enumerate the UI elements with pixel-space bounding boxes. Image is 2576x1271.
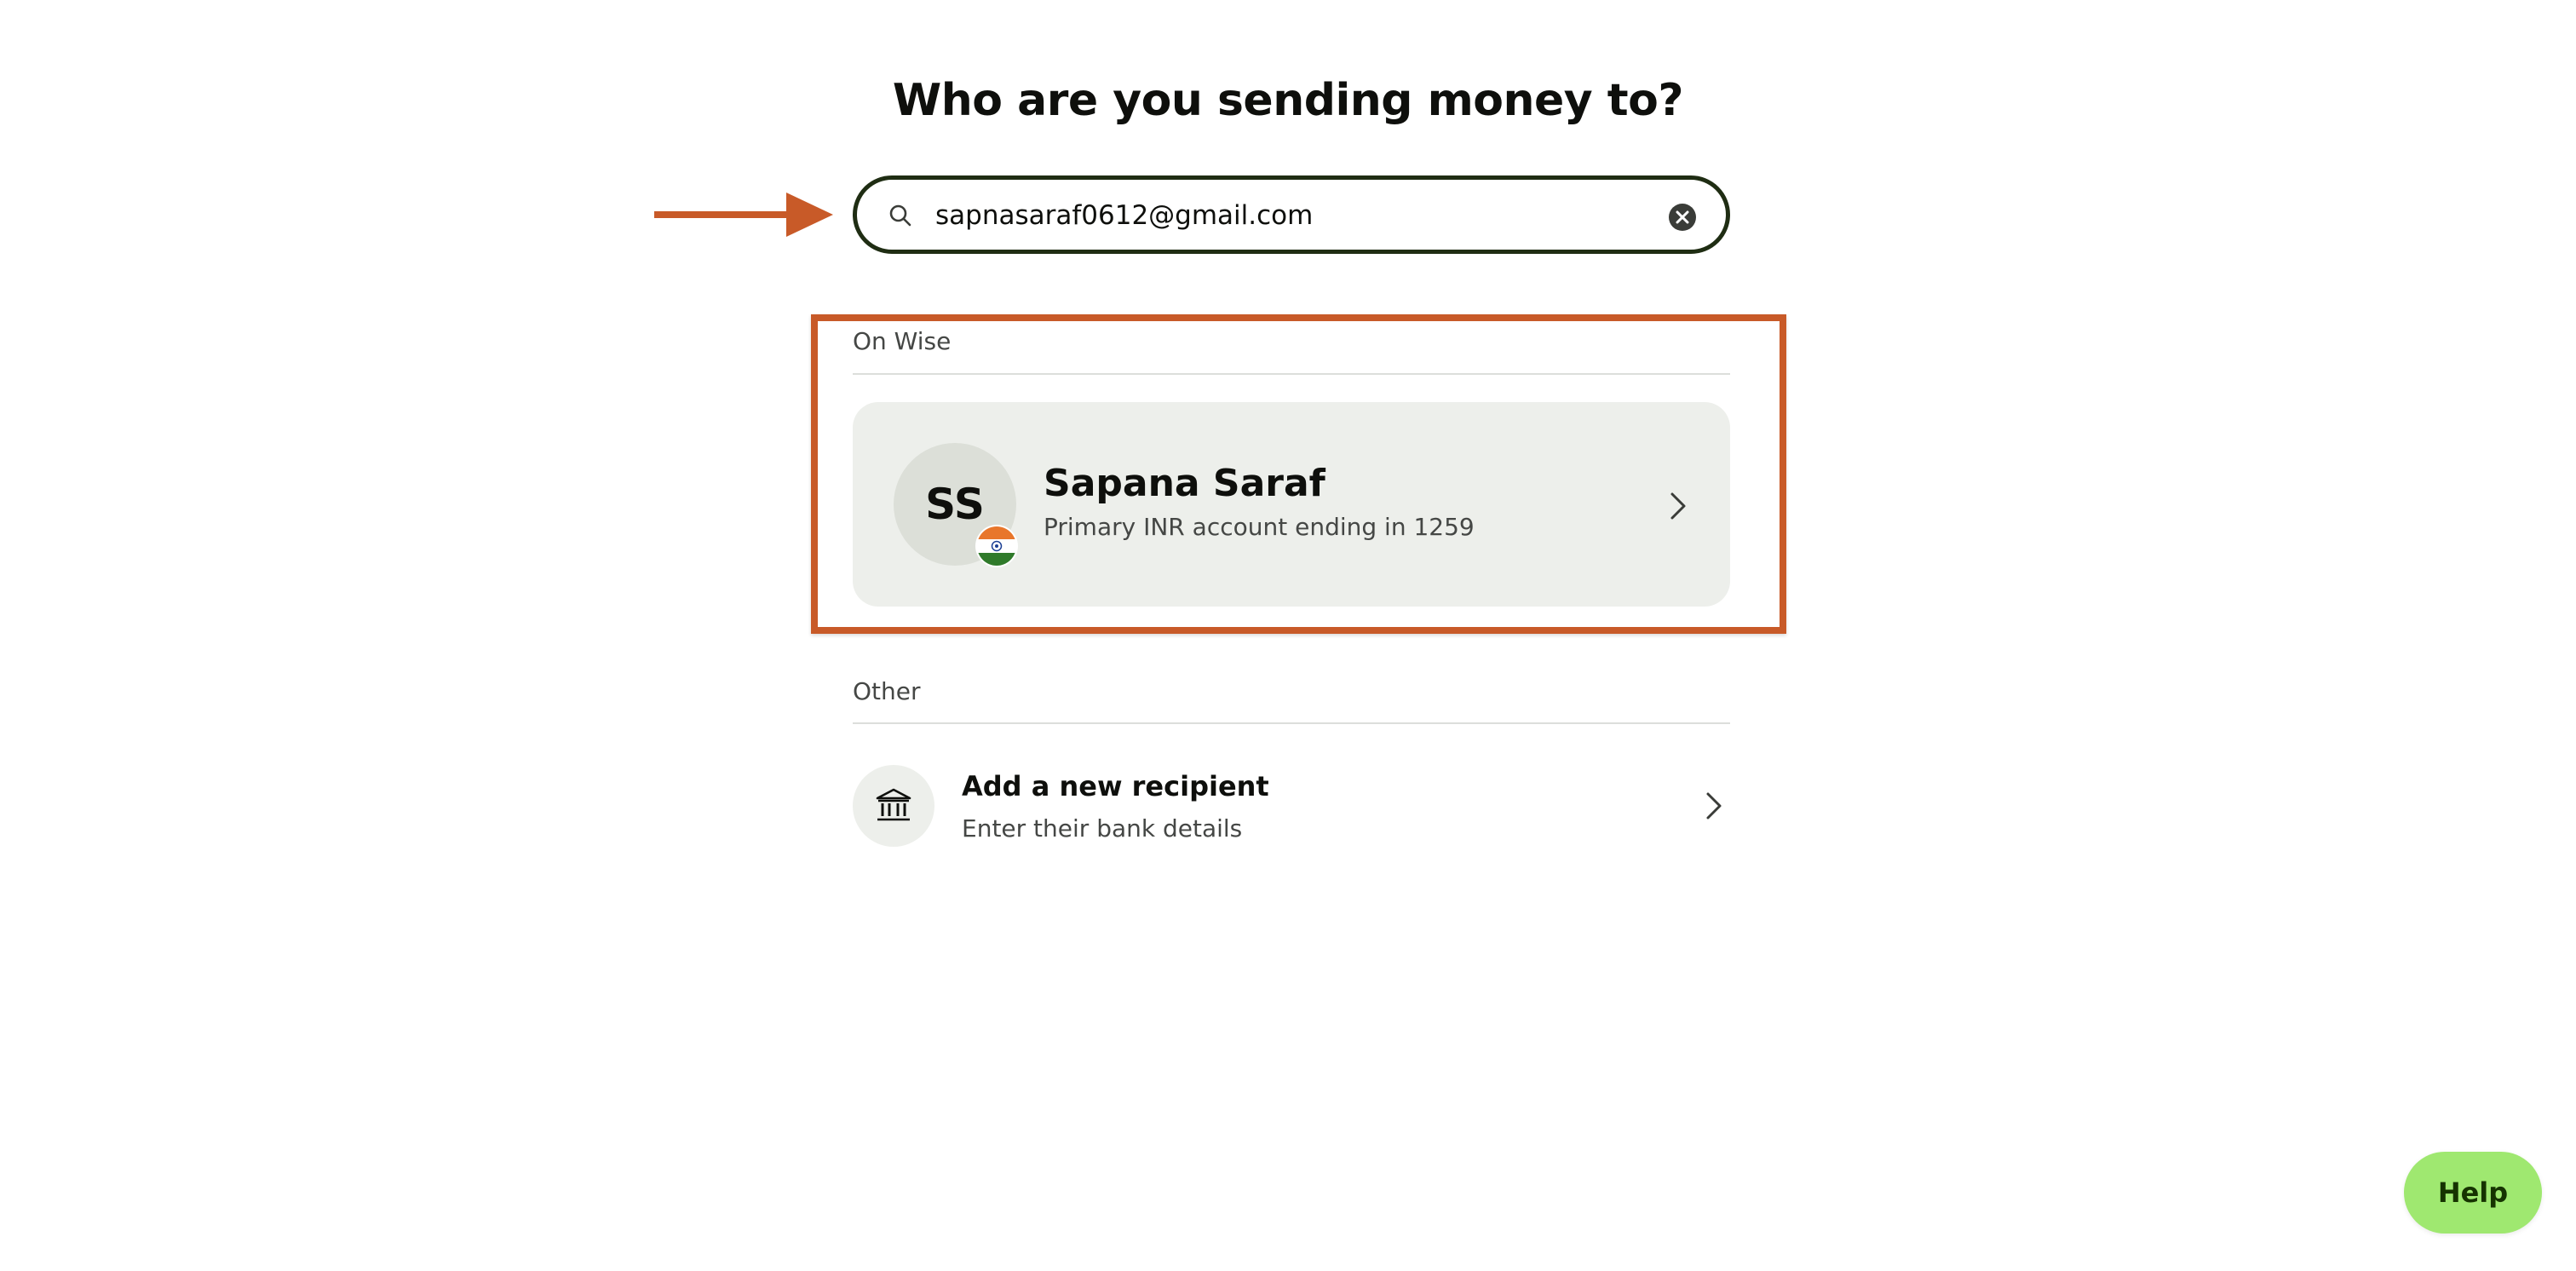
recipient-card-sapana-saraf[interactable]: SS Sapana Saraf Primary INR account endi… — [853, 402, 1730, 607]
clear-icon[interactable] — [1668, 203, 1697, 232]
annotation-arrow — [654, 193, 833, 237]
recipient-search-field[interactable] — [853, 175, 1730, 254]
add-recipient-subtitle: Enter their bank details — [962, 814, 1243, 843]
india-flag-icon — [975, 525, 1018, 567]
recipient-account-detail: Primary INR account ending in 1259 — [1044, 513, 1475, 541]
send-money-page: Who are you sending money to? On Wise SS — [0, 0, 2576, 1271]
section-divider — [853, 722, 1730, 724]
section-label-on-wise: On Wise — [853, 327, 952, 355]
section-label-other: Other — [853, 677, 921, 705]
add-new-recipient-button[interactable]: Add a new recipient Enter their bank det… — [853, 765, 1730, 850]
page-title: Who are you sending money to? — [892, 75, 1684, 126]
bank-icon — [876, 788, 911, 821]
recipient-name: Sapana Saraf — [1044, 462, 1325, 505]
chevron-right-icon — [1706, 792, 1722, 820]
add-recipient-title: Add a new recipient — [962, 770, 1269, 802]
chevron-right-icon — [1670, 492, 1686, 520]
bank-icon-container — [853, 765, 934, 847]
section-divider — [853, 373, 1730, 375]
avatar-initials: SS — [925, 480, 985, 529]
recipient-search-input[interactable] — [935, 192, 1617, 239]
help-button[interactable]: Help — [2404, 1152, 2542, 1234]
search-icon — [889, 204, 911, 227]
